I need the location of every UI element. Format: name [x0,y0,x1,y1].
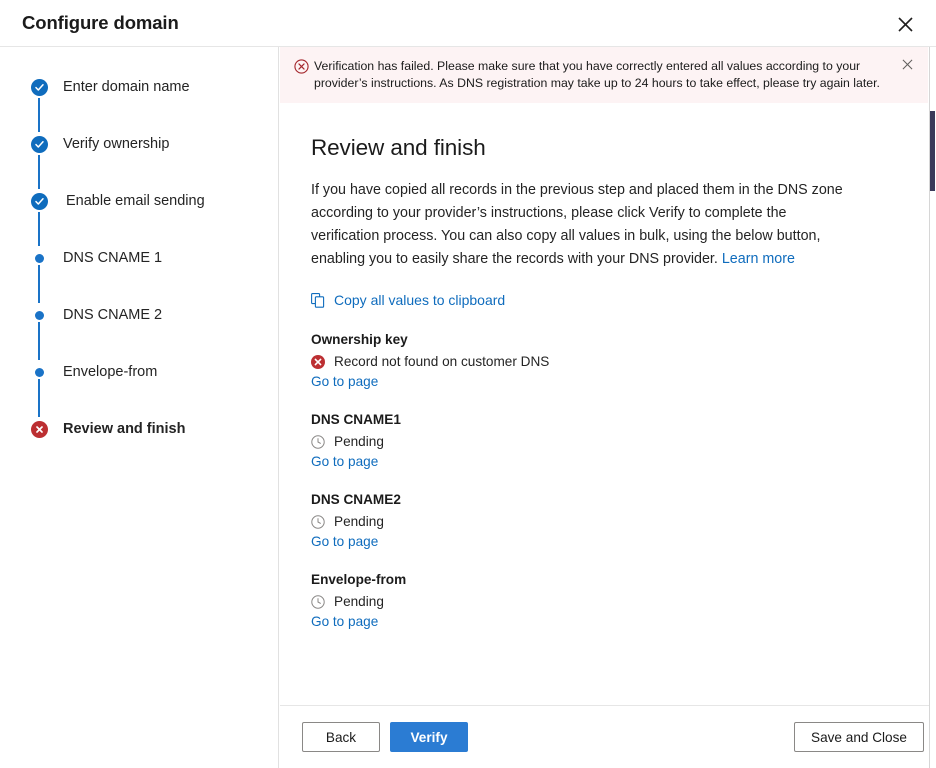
copy-all-values-label: Copy all values to clipboard [334,292,505,308]
dot-icon [35,254,44,263]
error-banner-message: Verification has failed. Please make sur… [314,58,896,92]
sidebar-item-enable-email-sending[interactable]: Enable email sending [30,191,270,248]
record-status: Pending [311,433,890,451]
check-circle-icon [31,193,48,210]
close-dialog-button[interactable] [892,11,918,37]
sidebar-item-dns-cname-1[interactable]: DNS CNAME 1 [30,248,270,305]
step-connector [38,379,40,417]
step-connector [38,98,40,132]
check-circle-icon [31,136,48,153]
footer-left-actions: Back Verify [302,722,468,752]
record-item-ownership-key: Ownership key Record not found on custom… [311,330,890,391]
dialog-titlebar: Configure domain [0,0,936,47]
step-connector [38,212,40,246]
go-to-page-link[interactable]: Go to page [311,534,378,549]
go-to-page-link[interactable]: Go to page [311,454,378,469]
wizard-sidebar: Enter domain name Verify ownership [0,47,279,768]
sidebar-item-review-and-finish[interactable]: Review and finish [30,419,270,439]
dismiss-banner-button[interactable] [896,58,918,78]
record-status: Record not found on customer DNS [311,353,890,371]
go-to-page-link[interactable]: Go to page [311,374,378,389]
step-marker [30,191,48,210]
step-marker [30,77,48,96]
clock-icon [311,435,328,449]
sidebar-item-label: Verify ownership [63,135,169,154]
main-content: Verification has failed. Please make sur… [280,47,930,705]
sidebar-item-label: Enable email sending [66,192,205,211]
step-marker [30,362,48,377]
save-and-close-button[interactable]: Save and Close [794,722,924,752]
verify-button[interactable]: Verify [390,722,468,752]
sidebar-item-enter-domain-name[interactable]: Enter domain name [30,77,270,134]
sidebar-item-label: Envelope-from [63,363,157,382]
sidebar-item-dns-cname-2[interactable]: DNS CNAME 2 [30,305,270,362]
dialog-footer: Back Verify Save and Close [280,705,930,768]
footer-right-actions: Save and Close [794,722,924,752]
copy-icon [311,293,329,308]
page-title: Configure domain [22,12,179,34]
sidebar-item-label: Review and finish [63,420,185,439]
step-marker [30,134,48,153]
close-icon [898,17,913,32]
records-list: Ownership key Record not found on custom… [311,330,890,631]
sidebar-item-envelope-from[interactable]: Envelope-from [30,362,270,419]
sidebar-item-label: DNS CNAME 2 [63,306,162,325]
record-title: DNS CNAME1 [311,410,890,430]
record-status-text: Pending [334,513,384,531]
record-title: DNS CNAME2 [311,490,890,510]
step-connector [38,265,40,303]
section-description: If you have copied all records in the pr… [311,179,856,271]
wizard-step-list: Enter domain name Verify ownership [30,77,270,439]
learn-more-link[interactable]: Learn more [722,251,795,267]
vertical-scrollbar[interactable] [929,47,936,768]
sidebar-item-label: DNS CNAME 1 [63,249,162,268]
check-circle-icon [31,79,48,96]
step-marker [30,305,48,320]
scrollbar-thumb[interactable] [930,111,935,191]
record-status: Pending [311,513,890,531]
go-to-page-link[interactable]: Go to page [311,614,378,629]
close-icon [902,59,913,70]
record-item-envelope-from: Envelope-from Pending Go to page [311,570,890,631]
step-marker [30,419,48,438]
dot-icon [35,368,44,377]
clock-icon [311,515,328,529]
record-title: Envelope-from [311,570,890,590]
step-connector [38,322,40,360]
step-connector [38,155,40,189]
section-heading: Review and finish [311,135,890,161]
error-banner: Verification has failed. Please make sur… [280,47,928,103]
record-status: Pending [311,593,890,611]
record-item-dns-cname1: DNS CNAME1 Pending Go to page [311,410,890,471]
content-body: Review and finish If you have copied all… [280,103,930,631]
error-filled-icon [311,355,328,369]
error-filled-icon [31,421,48,438]
configure-domain-dialog: Configure domain Enter domain name [0,0,936,768]
copy-all-values-button[interactable]: Copy all values to clipboard [311,292,505,308]
record-title: Ownership key [311,330,890,350]
record-status-text: Pending [334,593,384,611]
back-button[interactable]: Back [302,722,380,752]
record-status-text: Pending [334,433,384,451]
dot-icon [35,311,44,320]
step-marker [30,248,48,263]
error-circle-icon [288,58,314,92]
sidebar-item-label: Enter domain name [63,78,190,97]
record-item-dns-cname2: DNS CNAME2 Pending Go to page [311,490,890,551]
record-status-text: Record not found on customer DNS [334,353,549,371]
clock-icon [311,595,328,609]
sidebar-item-verify-ownership[interactable]: Verify ownership [30,134,270,191]
